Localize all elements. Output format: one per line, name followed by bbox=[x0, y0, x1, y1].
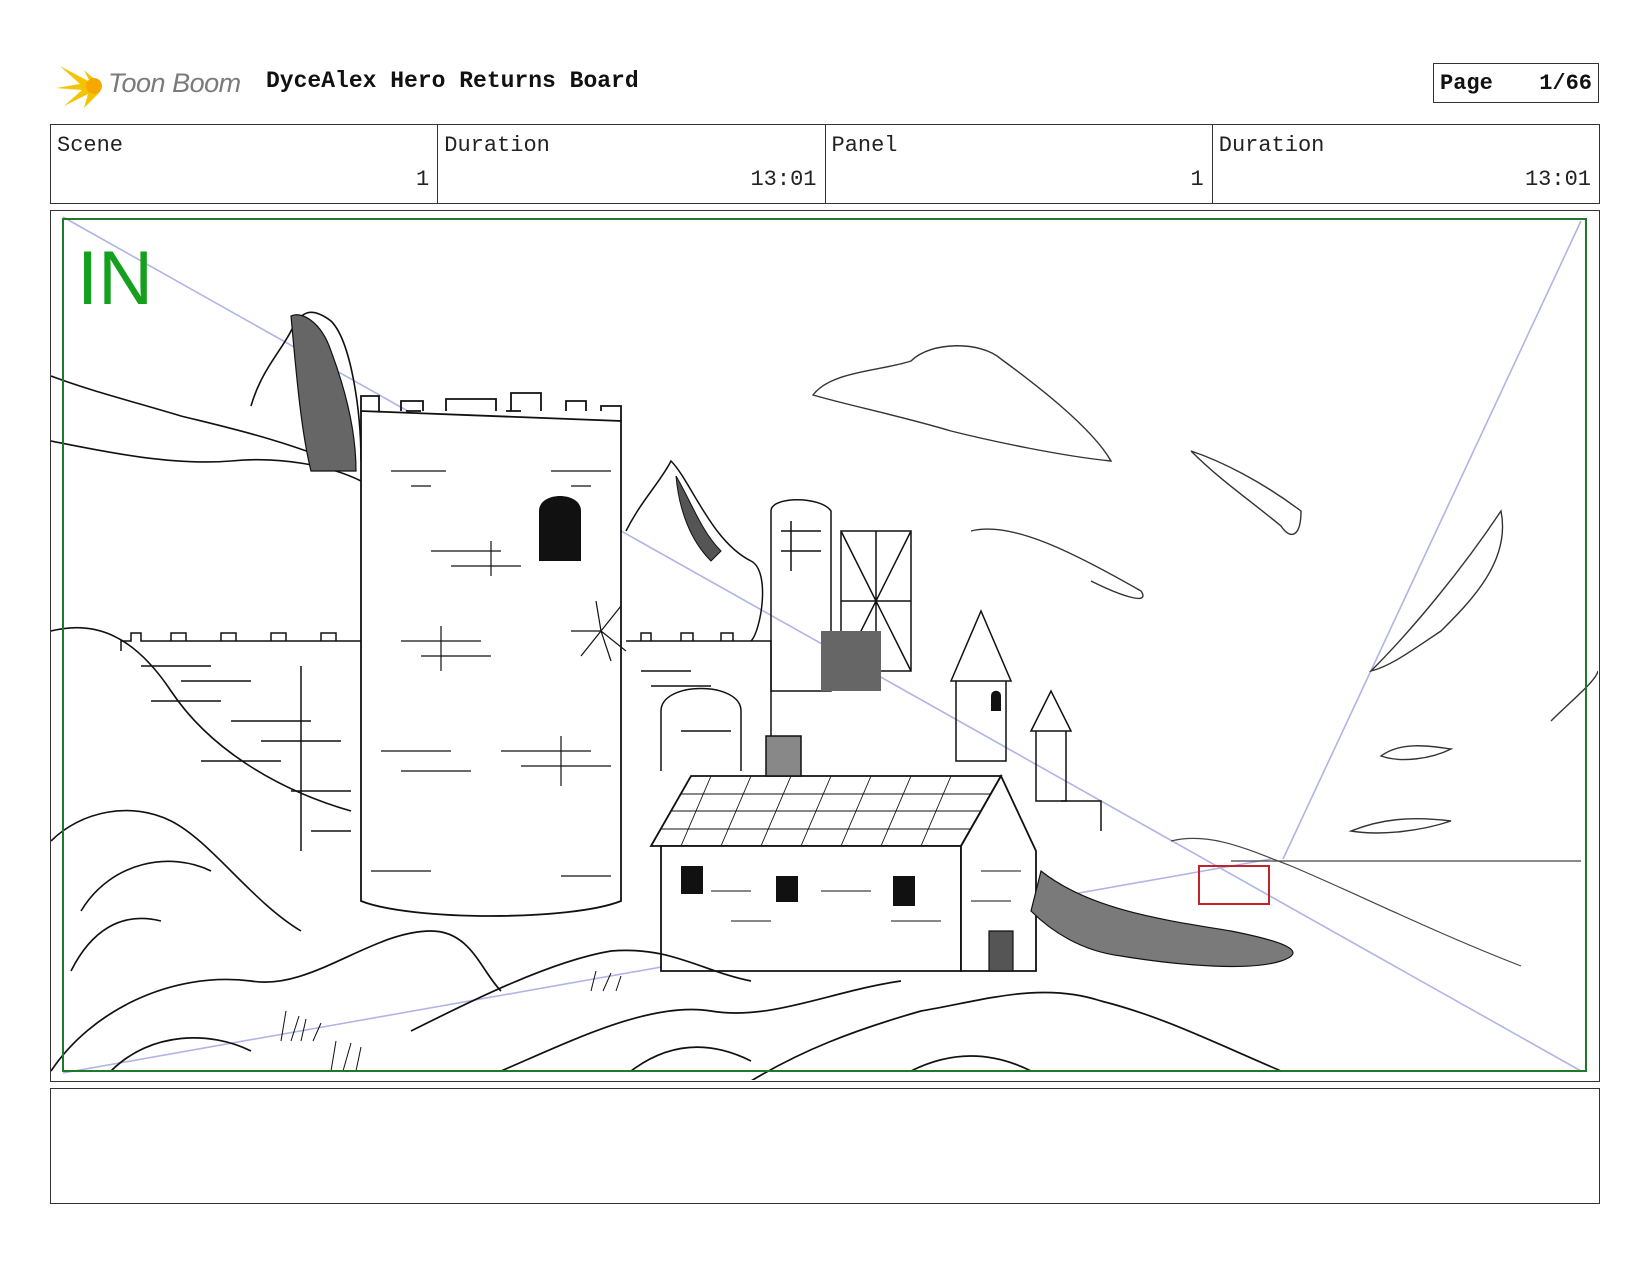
storyboard-panel[interactable]: IN bbox=[50, 210, 1600, 1082]
logo-wordmark: Toon Boom bbox=[108, 68, 241, 98]
panel-sketch bbox=[51, 216, 1598, 1080]
shadow-rock bbox=[290, 314, 357, 472]
tower-window bbox=[539, 496, 581, 561]
scene-cell: Scene 1 bbox=[51, 125, 439, 203]
grass bbox=[280, 970, 622, 1072]
panel-value: 1 bbox=[1190, 167, 1204, 192]
scene-duration-cell: Duration 13:01 bbox=[438, 125, 826, 203]
panel-label: Panel bbox=[831, 133, 898, 158]
page-indicator: Page 1/66 bbox=[1433, 63, 1599, 103]
transition-in-label: IN bbox=[77, 236, 153, 321]
scene-duration-value: 13:01 bbox=[750, 167, 817, 192]
scene-duration-label: Duration bbox=[444, 133, 550, 158]
river bbox=[1030, 869, 1294, 968]
middle-ruins bbox=[625, 459, 772, 811]
scene-label: Scene bbox=[57, 133, 124, 158]
panel-duration-value: 13:01 bbox=[1524, 167, 1591, 192]
right-tower-window bbox=[991, 690, 1001, 711]
panel-cell: Panel 1 bbox=[826, 125, 1213, 203]
scaffold-shadow bbox=[821, 631, 881, 691]
panel-duration-cell: Duration 13:01 bbox=[1213, 125, 1599, 203]
panel-notes[interactable] bbox=[50, 1088, 1600, 1204]
page-number: 1/66 bbox=[1539, 70, 1592, 96]
ruin-shadow bbox=[675, 475, 722, 562]
panel-duration-label: Duration bbox=[1218, 133, 1325, 158]
house bbox=[649, 774, 1037, 972]
starburst-icon bbox=[56, 66, 102, 108]
toon-boom-logo: Toon Boom bbox=[54, 58, 250, 114]
scene-value: 1 bbox=[416, 167, 430, 192]
chimney bbox=[765, 735, 802, 777]
camera-box bbox=[1198, 865, 1270, 905]
page-label: Page bbox=[1440, 70, 1493, 96]
clouds bbox=[811, 345, 1598, 834]
scene-info-table: Scene 1 Duration 13:01 Panel 1 Duration … bbox=[50, 124, 1600, 204]
house-door bbox=[988, 930, 1014, 972]
board-title: DyceAlex Hero Returns Board bbox=[266, 68, 639, 94]
left-wall bbox=[120, 632, 361, 851]
